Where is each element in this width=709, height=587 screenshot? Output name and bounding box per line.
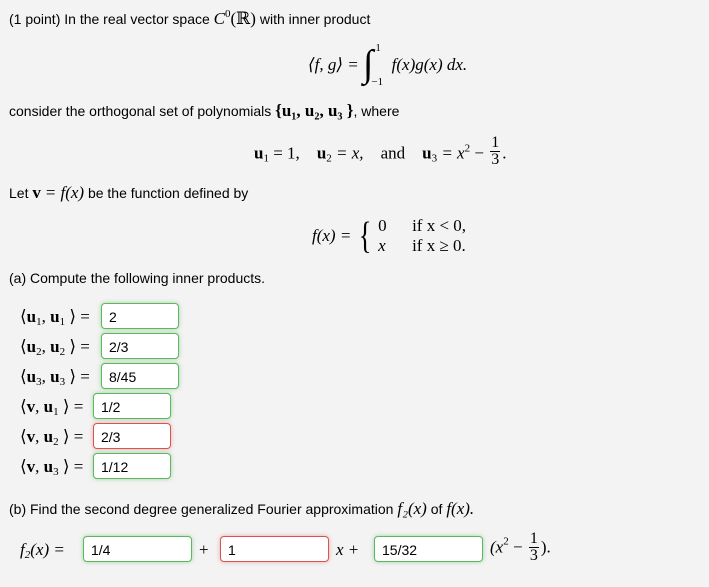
inner-product-lhs: ⟨f, g⟩ =: [308, 55, 359, 74]
answer-coef-2[interactable]: 15/32: [374, 536, 483, 562]
ip-label-v-u3: ⟨v, u3 ⟩ =: [20, 457, 84, 478]
plus-sign: +: [199, 540, 209, 559]
tail-fraction-numerator: 1: [528, 530, 539, 548]
part-a-heading: (a) Compute the following inner products…: [9, 270, 266, 286]
case2-value: x: [378, 236, 386, 255]
u-definitions: u1 = 1, u2 = x, and u3 = x2 − 13.: [254, 134, 507, 168]
of-text: of: [430, 501, 443, 517]
polynomial-set: {u₁, u₂, u₃ }: [275, 101, 354, 120]
one-third-fraction: 13: [490, 134, 501, 168]
x-plus: x +: [336, 540, 360, 559]
tail-close: ).: [540, 537, 551, 557]
ip-label-u2-u2: ⟨u2, u2 ⟩ =: [20, 337, 90, 358]
tail-fraction-denominator: 3: [529, 547, 538, 564]
answer-coef-0[interactable]: 1/4: [83, 536, 192, 562]
fx-lhs: f(x) =: [312, 226, 352, 245]
answer-coef-1[interactable]: 1: [220, 536, 329, 562]
ip-label-u1-u1: ⟨u1, u1 ⟩ =: [20, 307, 90, 328]
tail-minus: −: [512, 537, 523, 557]
u1-definition: = 1,: [273, 143, 300, 163]
fx-symbol: f(x).: [446, 499, 475, 518]
ip-label-u3-u3: ⟨u3, u3 ⟩ =: [20, 367, 90, 388]
let-text: Let: [9, 185, 29, 201]
space-arg: (ℝ): [230, 9, 256, 28]
ip-label-v-u2: ⟨v, u2 ⟩ =: [20, 427, 84, 448]
integral-limits: 1 −1: [371, 42, 387, 89]
let-text-post: be the function defined by: [87, 185, 249, 201]
space-symbol: C: [213, 9, 226, 28]
f2-lhs-tail: (x) =: [30, 540, 65, 559]
u2-definition: = x,: [336, 143, 364, 163]
piecewise-definition: f(x) = { 0 if x < 0, x if x ≥ 0.: [312, 214, 466, 258]
v-symbol: v: [32, 183, 41, 202]
consider-text: consider the orthogonal set of polynomia…: [9, 103, 272, 119]
tail-sup: 2: [503, 535, 509, 548]
answer-u1-u1[interactable]: 2: [101, 303, 179, 329]
case2-condition: if x ≥ 0.: [412, 236, 466, 255]
left-brace-icon: {: [358, 215, 372, 257]
tail-fraction: 13: [528, 530, 539, 564]
answer-v-u3[interactable]: 1/12: [93, 453, 171, 479]
integrand: f(x)g(x) dx.: [391, 55, 468, 74]
inner-product-definition: ⟨f, g⟩ = ∫ 1 −1 f(x)g(x) dx.: [308, 36, 468, 89]
and-text: and: [380, 143, 406, 163]
cases: 0 if x < 0, x if x ≥ 0.: [378, 216, 466, 256]
fraction-denominator: 3: [491, 151, 500, 168]
case1-value: 0: [378, 216, 387, 235]
integral-lower: −1: [371, 76, 384, 89]
fraction-numerator: 1: [490, 134, 501, 152]
minus-sign: −: [474, 143, 484, 163]
intro-tail: with inner product: [259, 11, 371, 27]
answer-v-u2[interactable]: 2/3: [93, 423, 171, 449]
basis-u3-expression: (x2 − 1 3).: [490, 531, 551, 564]
u3-definition: = x: [441, 143, 465, 163]
part-b-heading: (b) Find the second degree generalized F…: [9, 499, 474, 519]
f2-symbol: f₂(x): [397, 499, 427, 518]
part-b-heading-text: (b) Find the second degree generalized F…: [9, 501, 394, 517]
v-equals-fx: = f(x): [44, 183, 85, 202]
case1-condition: if x < 0,: [412, 216, 467, 235]
answer-u2-u2[interactable]: 2/3: [101, 333, 179, 359]
intro-line: (1 point) In the real vector space C0(ℝ)…: [9, 8, 370, 29]
ip-label-v-u1: ⟨v, u1 ⟩ =: [20, 397, 84, 418]
tail-open: (x: [490, 537, 504, 557]
answer-v-u1[interactable]: 1/2: [93, 393, 171, 419]
integral-upper: 1: [375, 42, 381, 55]
consider-line: consider the orthogonal set of polynomia…: [9, 101, 399, 121]
let-line: Let v = f(x) be the function defined by: [9, 183, 248, 203]
answer-u3-u3[interactable]: 8/45: [101, 363, 179, 389]
where-text: , where: [353, 103, 400, 119]
intro-text: (1 point) In the real vector space: [9, 11, 210, 27]
f2-lhs: f2(x) =: [20, 540, 65, 561]
